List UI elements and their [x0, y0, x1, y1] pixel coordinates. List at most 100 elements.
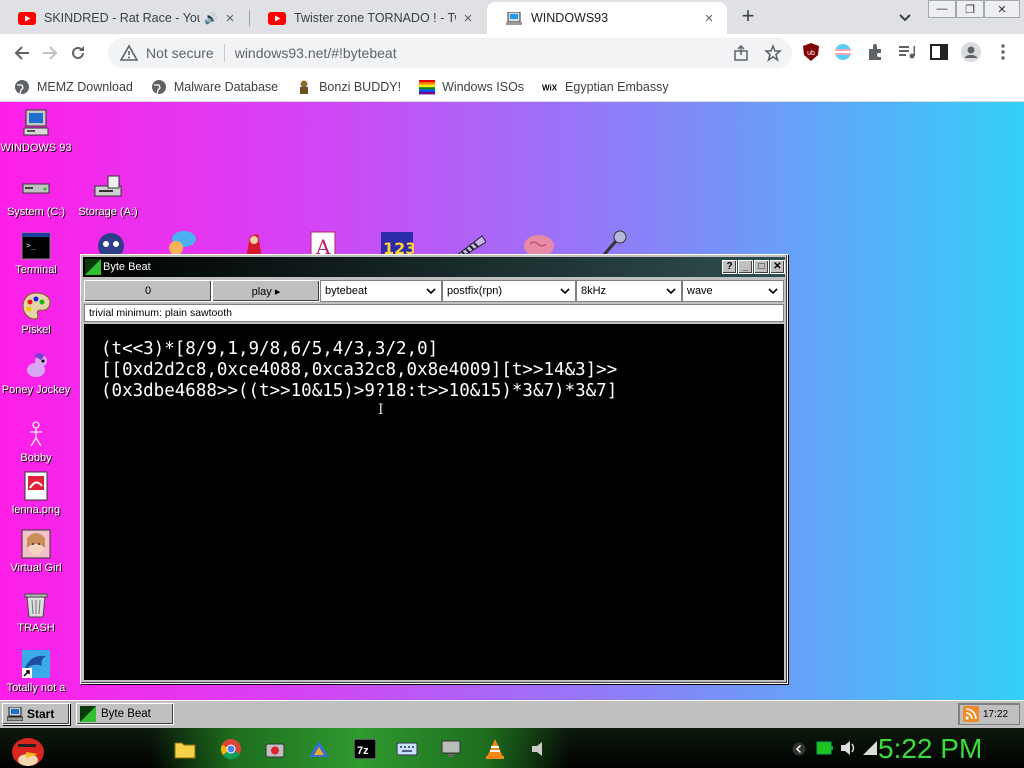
dock-keyboard[interactable] [394, 736, 420, 762]
bookmark-malware-db[interactable]: Malware Database [151, 79, 278, 95]
new-tab-button[interactable]: + [736, 4, 760, 30]
dock-vlc[interactable] [482, 736, 508, 762]
address-bar[interactable]: Not secure windows93.net/#!bytebeat [108, 38, 792, 68]
monitor-icon [441, 740, 461, 757]
dock-volume[interactable] [526, 736, 552, 762]
mode-select-value: bytebeat [325, 285, 368, 297]
tab-title: SKINDRED - Rat Race - YouTube [44, 11, 200, 25]
window-titlebar[interactable]: Byte Beat ? _ □ ✕ [83, 257, 785, 277]
tab-windows93[interactable]: WINDOWS93 × [487, 2, 727, 34]
chevron-down-icon[interactable] [896, 8, 914, 26]
help-button[interactable]: ? [722, 260, 737, 274]
chevron-down-icon [768, 288, 778, 295]
battery-icon[interactable] [816, 740, 834, 756]
tab-skindred[interactable]: SKINDRED - Rat Race - YouTube 🔊 × [0, 2, 248, 34]
chevron-down-icon [560, 288, 570, 295]
minimize-window-button[interactable]: _ [738, 260, 753, 274]
desktop-icon-label: Poney Jockey [1, 384, 71, 396]
dock-7zip[interactable]: 7z [352, 736, 378, 762]
star-icon[interactable] [764, 44, 782, 62]
desktop-icon-bobby[interactable]: Bobby [0, 418, 72, 464]
desktop-icon-storage-a[interactable]: Storage (A:) [72, 172, 144, 218]
start-button[interactable]: Start [2, 703, 70, 725]
maximize-window-button[interactable]: □ [754, 260, 769, 274]
play-button[interactable]: play ▸ [212, 280, 320, 302]
close-tab-icon[interactable]: × [222, 10, 238, 27]
sample-rate-select[interactable]: 8kHz [576, 280, 682, 302]
dock-file-manager[interactable] [172, 736, 198, 762]
sample-rate-value: 8kHz [581, 285, 607, 297]
desktop-icon-terminal[interactable]: >_ Terminal [0, 230, 72, 276]
media-queue-icon[interactable] [896, 41, 918, 63]
reload-button[interactable] [64, 39, 92, 67]
desktop-icon-poney-jockey[interactable]: Poney Jockey [0, 350, 72, 396]
security-label[interactable]: Not secure [146, 45, 214, 61]
chevron-left-icon[interactable] [792, 742, 806, 756]
dock-chrome[interactable] [218, 736, 244, 762]
back-button[interactable] [8, 39, 36, 67]
close-window-button[interactable]: ✕ [770, 260, 785, 274]
warning-icon [120, 44, 138, 61]
url-text[interactable]: windows93.net/#!bytebeat [235, 45, 397, 61]
text-cursor-icon: I [378, 402, 384, 418]
code-editor[interactable]: (t<<3)*[8/9,1,9/8,6/5,4/3,3/2,0] [[0xd2d2… [84, 324, 784, 680]
angry-birds-icon[interactable] [8, 730, 48, 768]
bookmark-memz[interactable]: MEMZ Download [14, 79, 133, 95]
puzzle-icon[interactable] [864, 41, 886, 63]
close-window-button[interactable]: ✕ [984, 0, 1020, 18]
bytebeat-app-icon [80, 706, 96, 722]
bookmark-bonzi[interactable]: Bonzi BUDDY! [296, 79, 401, 95]
flag-extension-icon[interactable] [832, 41, 854, 63]
system-clock[interactable]: 5:22 PM [878, 733, 982, 765]
desktop-icon-label: Storage (A:) [78, 206, 138, 218]
profile-avatar-icon[interactable] [960, 41, 982, 63]
taskbar-item-bytebeat[interactable]: Byte Beat [76, 703, 174, 725]
side-panel-icon[interactable] [928, 41, 950, 63]
tab-twister[interactable]: Twister zone TORNADO ! - Twister × [250, 2, 486, 34]
dock-screenshot-tool[interactable] [262, 736, 288, 762]
code-line: (0x3dbe4688>>((t>>10&15)>9?18:t>>10&15)*… [101, 381, 618, 401]
rainbow-icon [419, 79, 436, 94]
bookmark-windows-isos[interactable]: Windows ISOs [419, 79, 524, 95]
close-tab-icon[interactable]: × [701, 10, 717, 27]
terminal-icon: >_ [21, 232, 51, 260]
desktop-icon-windows93[interactable]: WINDOWS 93 [0, 108, 72, 154]
ublock-icon[interactable]: ub [800, 41, 822, 63]
start-label: Start [27, 707, 55, 721]
desktop-icon-piskel[interactable]: Piskel [0, 290, 72, 336]
minimize-button[interactable]: — [928, 0, 956, 18]
desktop-icon-system-c[interactable]: System (C:) [0, 172, 72, 218]
image-file-icon [24, 471, 48, 501]
dock-app-triangle[interactable] [306, 736, 332, 762]
mode-select[interactable]: bytebeat [320, 280, 442, 302]
speaker-icon[interactable]: 🔊 [204, 12, 218, 25]
notation-select[interactable]: postfix(rpn) [442, 280, 576, 302]
rss-icon[interactable] [963, 706, 979, 722]
chevron-down-icon [666, 288, 676, 295]
bookmark-egyptian-embassy[interactable]: WiX Egyptian Embassy [542, 79, 669, 95]
prism-icon [309, 741, 329, 757]
trash-icon [24, 593, 48, 618]
restore-button[interactable]: ❐ [956, 0, 984, 18]
time-counter[interactable]: 0 [84, 280, 212, 302]
desktop-icon-trash[interactable]: TRASH [0, 588, 72, 634]
bookmark-label: Egyptian Embassy [565, 79, 669, 94]
share-icon[interactable] [732, 44, 750, 62]
close-tab-icon[interactable]: × [460, 10, 476, 27]
volume-icon[interactable] [840, 740, 858, 756]
desktop-icon-virtual-girl[interactable]: Virtual Girl [0, 528, 72, 574]
bonzi-icon [300, 80, 309, 94]
forward-button[interactable] [36, 39, 64, 67]
dock-remote-desktop[interactable] [438, 736, 464, 762]
browser-tab-strip: SKINDRED - Rat Race - YouTube 🔊 × Twiste… [0, 0, 1024, 34]
desktop-icon-label: WINDOWS 93 [0, 142, 72, 154]
desktop-icon-label: TRASH [17, 622, 55, 634]
desktop-icon-totally-not-a[interactable]: Totally not a [0, 648, 72, 694]
view-select[interactable]: wave [682, 280, 784, 302]
floppy-drive-icon [94, 175, 122, 197]
network-icon[interactable] [862, 740, 878, 756]
kebab-menu-icon[interactable] [992, 41, 1014, 63]
desktop-icon-lenna[interactable]: lenna.png [0, 470, 72, 516]
bookmarks-bar: MEMZ Download Malware Database Bonzi BUD… [0, 72, 1024, 102]
hint-field[interactable]: trivial minimum: plain sawtooth [84, 304, 784, 322]
